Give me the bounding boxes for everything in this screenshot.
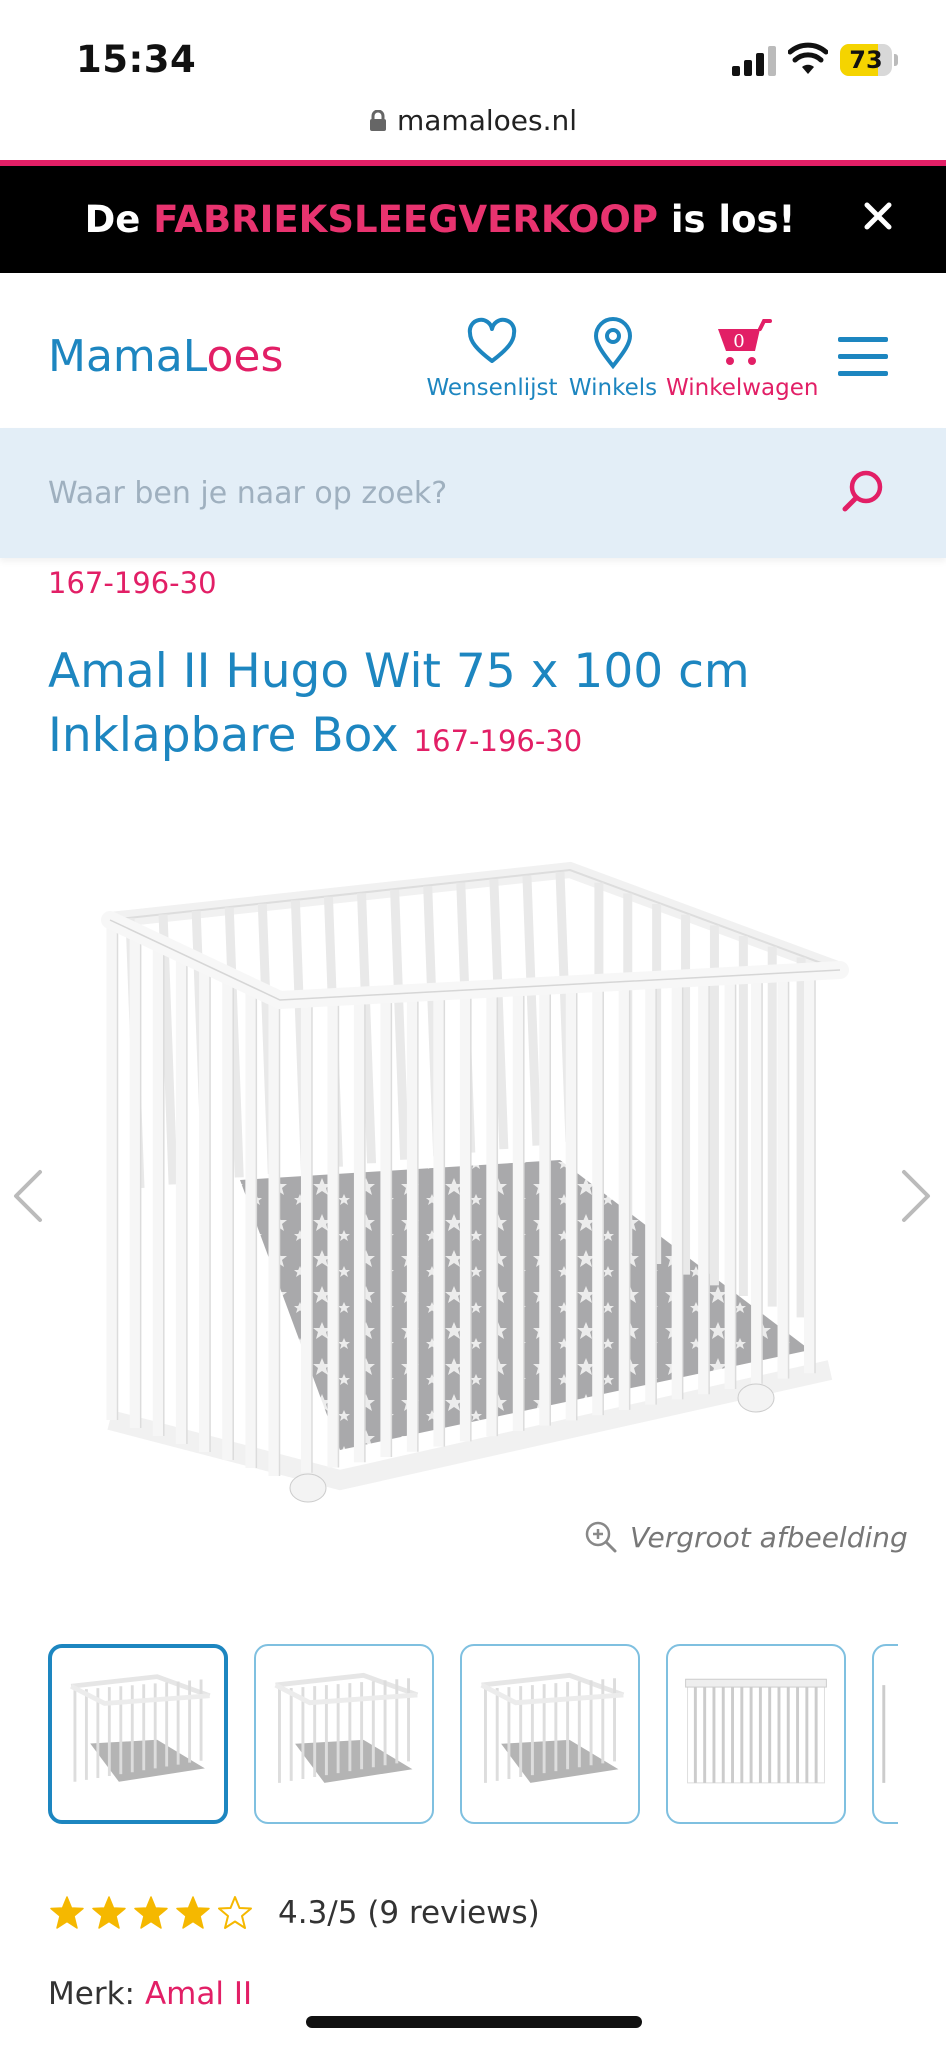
stores-label: Winkels	[568, 375, 658, 401]
star-empty-icon	[218, 1896, 252, 1929]
search-bar	[0, 428, 946, 558]
rating-stars	[48, 1895, 254, 1931]
close-icon[interactable]	[862, 200, 894, 232]
home-indicator	[306, 2016, 642, 2028]
star-filled-icon	[134, 1896, 168, 1929]
battery-icon: 73	[840, 44, 898, 76]
brand-label: Merk:	[48, 1976, 135, 2012]
promo-text: De FABRIEKSLEEGVERKOOP is los!	[0, 198, 880, 241]
search-input[interactable]	[48, 468, 828, 518]
chevron-right-icon[interactable]	[900, 1168, 934, 1224]
site-logo[interactable]: MamaLoes	[48, 331, 283, 382]
cart-count: 0	[733, 331, 744, 352]
address-bar[interactable]: mamaloes.nl	[0, 100, 946, 160]
thumbnail-image	[882, 1685, 886, 1783]
wishlist-link[interactable]: Wensenlijst	[424, 317, 560, 401]
promo-highlight: FABRIEKSLEEGVERKOOP	[153, 198, 658, 241]
product-title: Amal II Hugo Wit 75 x 100 cm Inklapbare …	[48, 640, 908, 773]
wifi-icon	[788, 42, 828, 74]
promo-banner[interactable]: De FABRIEKSLEEGVERKOOP is los!	[0, 160, 946, 273]
zoom-image-link[interactable]: Vergroot afbeelding	[584, 1520, 908, 1554]
star-filled-icon	[176, 1896, 210, 1929]
location-pin-icon	[593, 317, 633, 369]
thumbnail-2[interactable]	[254, 1644, 434, 1824]
site-header: MamaLoes Wensenlijst Winkels 0 Winkelwag…	[0, 273, 946, 428]
star-filled-icon	[92, 1896, 126, 1929]
brand-link[interactable]: Amal II	[145, 1976, 252, 2012]
heart-icon	[467, 317, 517, 363]
promo-text-before: De	[84, 198, 154, 241]
shopping-cart-icon: 0	[718, 319, 772, 365]
search-icon[interactable]	[840, 468, 886, 514]
url-text: mamaloes.nl	[396, 104, 578, 137]
cellular-signal-icon	[732, 46, 776, 76]
stores-link[interactable]: Winkels	[568, 317, 658, 401]
thumbnail-3[interactable]	[460, 1644, 640, 1824]
chevron-left-icon[interactable]	[10, 1168, 44, 1224]
product-brand: Merk: Amal II	[48, 1976, 252, 2012]
zoom-label: Vergroot afbeelding	[630, 1520, 908, 1554]
star-filled-icon	[50, 1896, 84, 1929]
thumbnail-image	[480, 1672, 625, 1783]
rating-text: 4.3/5 (9 reviews)	[278, 1895, 540, 1931]
product-title-sku: 167-196-30	[413, 724, 583, 758]
thumbnail-strip	[48, 1644, 898, 1826]
zoom-in-icon	[585, 1521, 617, 1553]
thumbnail-image	[70, 1674, 211, 1782]
thumbnail-image	[685, 1678, 827, 1784]
product-rating[interactable]: 4.3/5 (9 reviews)	[48, 1895, 540, 1931]
logo-part2: oes	[206, 331, 284, 382]
status-time: 15:34	[76, 38, 197, 81]
cart-label: Winkelwagen	[666, 375, 819, 401]
lock-icon	[369, 109, 386, 131]
logo-part1: MamaL	[48, 331, 207, 382]
thumbnail-1[interactable]	[48, 1644, 228, 1824]
battery-level: 73	[849, 46, 883, 74]
menu-icon[interactable]	[838, 337, 888, 377]
product-sku: 167-196-30	[48, 566, 217, 600]
thumbnail-5[interactable]	[872, 1644, 898, 1824]
promo-text-after: is los!	[657, 198, 796, 241]
thumbnail-4[interactable]	[666, 1644, 846, 1824]
product-title-text: Amal II Hugo Wit 75 x 100 cm Inklapbare …	[48, 644, 750, 763]
thumbnail-image	[274, 1672, 419, 1783]
product-main-image[interactable]	[90, 850, 860, 1530]
cart-link[interactable]: 0 Winkelwagen	[666, 317, 818, 401]
wishlist-label: Wensenlijst	[426, 375, 558, 401]
